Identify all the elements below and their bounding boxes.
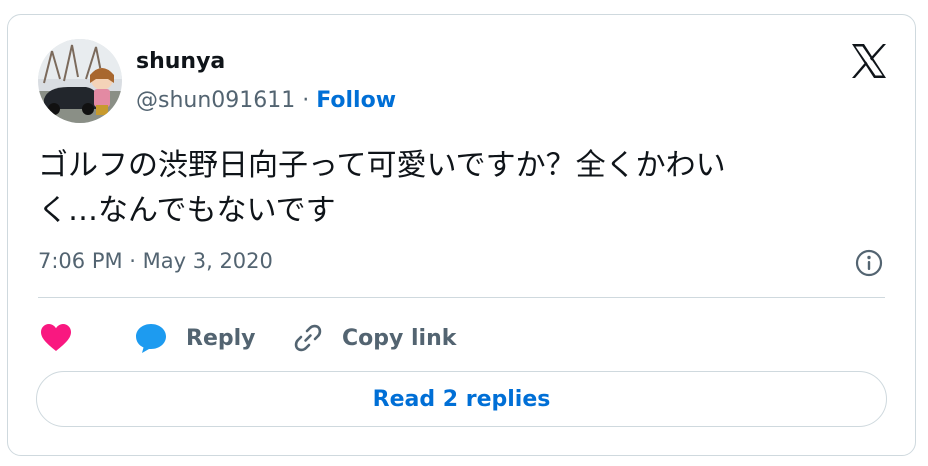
link-icon xyxy=(294,324,322,352)
tweet-text-line: く…なんでもないです xyxy=(38,193,336,228)
tweet-text: ゴルフの渋野日向子って可愛いですか？全くかわい く…なんでもないです xyxy=(38,143,878,233)
tweet-timestamp[interactable]: 7:06 PM · May 3, 2020 xyxy=(38,249,273,273)
copy-link-label: Copy link xyxy=(342,325,457,351)
author-handle[interactable]: @shun091611 xyxy=(136,88,295,113)
tweet-text-line: ゴルフの渋野日向子って可愛いですか？全くかわい xyxy=(38,148,726,183)
handle-separator: · xyxy=(295,88,317,113)
author-handle-row: @shun091611 · Follow xyxy=(136,88,396,113)
like-button[interactable] xyxy=(40,318,72,358)
heart-icon xyxy=(41,324,71,351)
x-logo-icon[interactable] xyxy=(849,41,889,81)
info-icon[interactable] xyxy=(855,249,883,277)
follow-link[interactable]: Follow xyxy=(316,88,396,113)
avatar[interactable] xyxy=(38,39,122,123)
divider xyxy=(38,297,885,298)
author-display-name[interactable]: shunya xyxy=(136,49,225,74)
reply-label: Reply xyxy=(186,325,256,351)
read-replies-button[interactable]: Read 2 replies xyxy=(36,371,887,427)
reply-button[interactable]: Reply xyxy=(134,318,256,358)
avatar-photo xyxy=(38,39,122,123)
reply-bubble-icon xyxy=(136,324,166,353)
copy-link-button[interactable]: Copy link xyxy=(292,318,456,358)
tweet-card: shunya @shun091611 · Follow ゴルフの渋野日向子って可… xyxy=(7,14,916,456)
